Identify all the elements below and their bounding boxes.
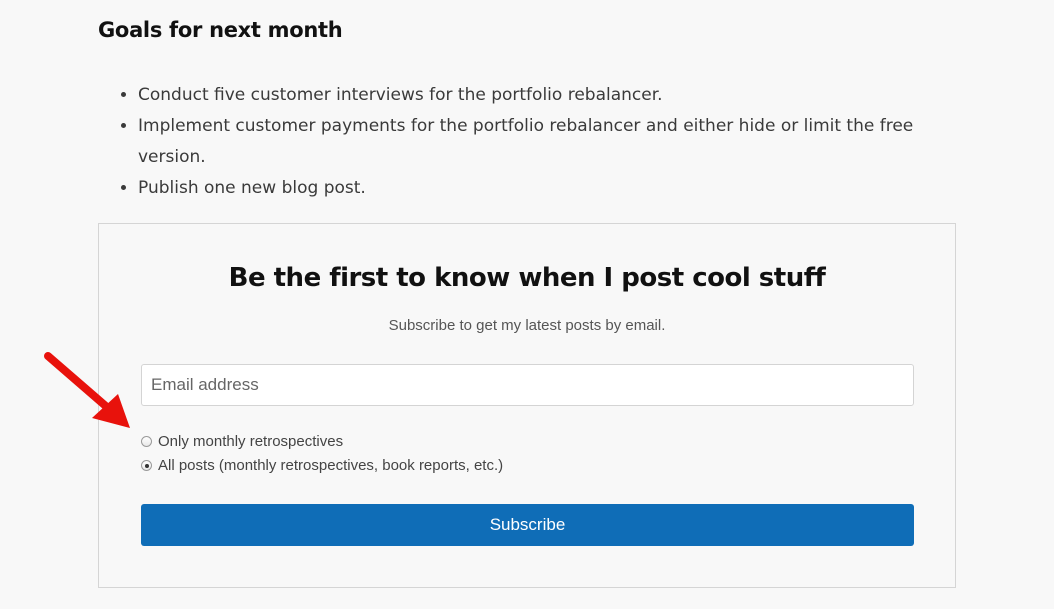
list-item: Implement customer payments for the port… [138,111,938,173]
radio-button-unchecked[interactable] [141,436,152,447]
subscribe-button[interactable]: Subscribe [141,504,914,546]
goals-list: Conduct five customer interviews for the… [110,80,938,204]
radio-button-checked[interactable] [141,460,152,471]
subscribe-title: Be the first to know when I post cool st… [0,263,1054,293]
goals-heading: Goals for next month [98,18,343,42]
radio-option-all-posts[interactable]: All posts (monthly retrospectives, book … [141,457,503,474]
list-item: Publish one new blog post. [138,173,938,204]
list-item: Conduct five customer interviews for the… [138,80,938,111]
subscribe-title-text: Be the first to know when I post cool st… [228,263,826,293]
email-field[interactable] [141,364,914,406]
radio-label: Only monthly retrospectives [158,433,344,450]
radio-option-monthly[interactable]: Only monthly retrospectives [141,433,343,450]
subscribe-subtitle: Subscribe to get my latest posts by emai… [388,317,666,334]
radio-label: All posts (monthly retrospectives, book … [158,457,504,474]
red-arrow-icon [44,352,130,428]
